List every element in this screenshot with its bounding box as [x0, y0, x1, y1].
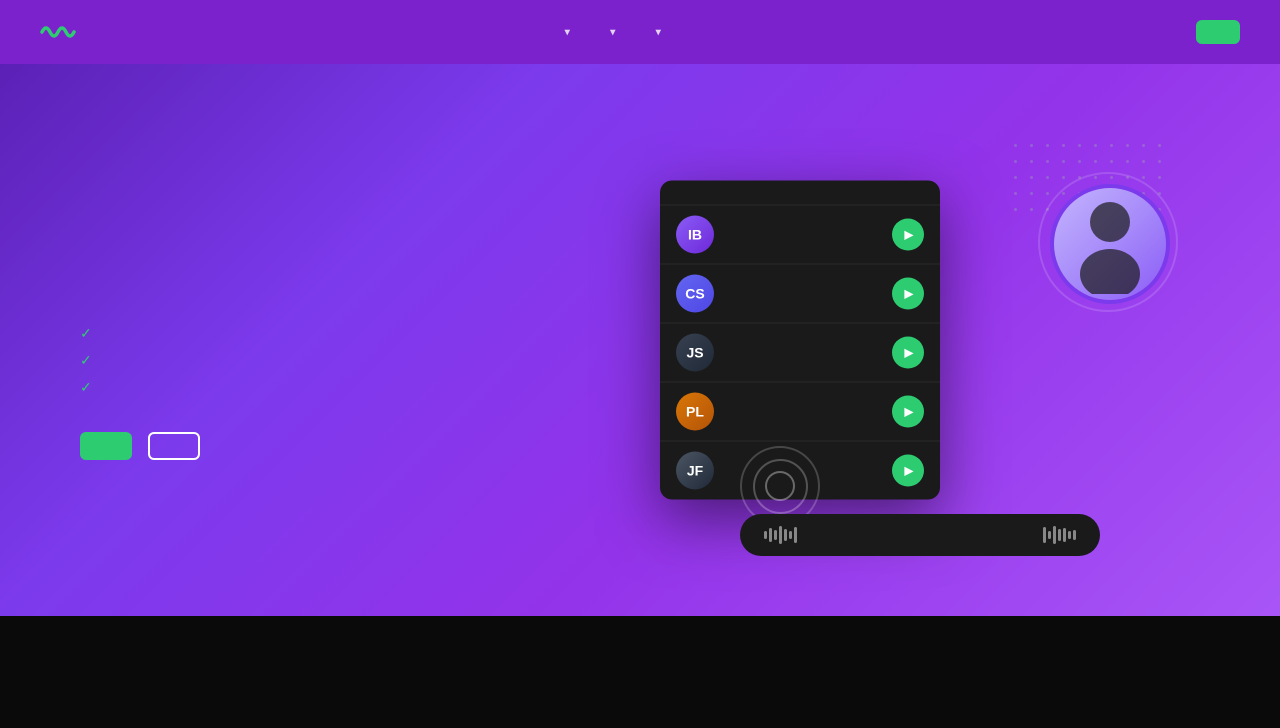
avatar-paige: PL	[676, 393, 714, 431]
play-icon: ▶	[904, 464, 913, 478]
voice-row-paige: PL ▶	[660, 382, 940, 441]
feature-item: ✓	[80, 325, 640, 342]
logo[interactable]	[40, 20, 86, 44]
person-avatar-circle	[1050, 184, 1170, 304]
wellsaid-logo-icon	[40, 20, 76, 44]
book-demo-button[interactable]	[148, 432, 200, 460]
play-button-issa[interactable]: ▶	[892, 219, 924, 251]
voice-row-issa: IB ▶	[660, 205, 940, 264]
navbar: ▾ ▾ ▾	[0, 0, 1280, 64]
feature-item: ✓	[80, 352, 640, 369]
hero-buttons	[80, 432, 640, 460]
play-button-cameron[interactable]: ▶	[892, 278, 924, 310]
chevron-down-icon: ▾	[610, 27, 616, 38]
chevron-down-icon: ▾	[565, 27, 571, 38]
play-icon: ▶	[904, 346, 913, 360]
voice-info-cameron	[726, 293, 880, 295]
play-icon: ▶	[904, 287, 913, 301]
play-button-paige[interactable]: ▶	[892, 396, 924, 428]
nav-resources[interactable]: ▾	[652, 27, 662, 38]
waveform-right	[1043, 526, 1076, 544]
nav-use-cases[interactable]: ▾	[606, 27, 616, 38]
studio-header	[660, 181, 940, 205]
hero-title	[80, 240, 640, 297]
check-icon: ✓	[80, 325, 92, 342]
avatar-jay: JS	[676, 334, 714, 372]
voice-row-cameron: CS ▶	[660, 264, 940, 323]
hero-section: ✓ ✓ ✓ // Generate dots inline const dp =…	[0, 64, 1280, 616]
play-button-jay[interactable]: ▶	[892, 337, 924, 369]
chevron-down-icon: ▾	[656, 27, 662, 38]
nav-right	[1172, 20, 1240, 44]
footer-trusted-section	[0, 616, 1280, 728]
try-free-nav-button[interactable]	[1196, 20, 1240, 44]
voice-info-paige	[726, 411, 880, 413]
avatar-cameron: CS	[676, 275, 714, 313]
nav-links: ▾ ▾ ▾	[561, 27, 698, 38]
feature-item: ✓	[80, 379, 640, 396]
voice-info-jay	[726, 352, 880, 354]
try-free-hero-button[interactable]	[80, 432, 132, 460]
hero-visual: // Generate dots inline const dp = docum…	[640, 64, 1200, 616]
waveform-bar	[740, 514, 1100, 556]
nav-product[interactable]: ▾	[561, 27, 571, 38]
avatar-issa: IB	[676, 216, 714, 254]
waveform-left	[764, 526, 797, 544]
voice-row-jay: JS ▶	[660, 323, 940, 382]
hero-features-list: ✓ ✓ ✓	[80, 325, 640, 396]
voice-info-issa	[726, 234, 880, 236]
avatar-joe: JF	[676, 452, 714, 490]
person-silhouette	[1070, 194, 1150, 294]
hero-content: ✓ ✓ ✓	[80, 220, 640, 460]
play-icon: ▶	[904, 405, 913, 419]
play-button-joe[interactable]: ▶	[892, 455, 924, 487]
check-icon: ✓	[80, 352, 92, 369]
play-icon: ▶	[904, 228, 913, 242]
check-icon: ✓	[80, 379, 92, 396]
